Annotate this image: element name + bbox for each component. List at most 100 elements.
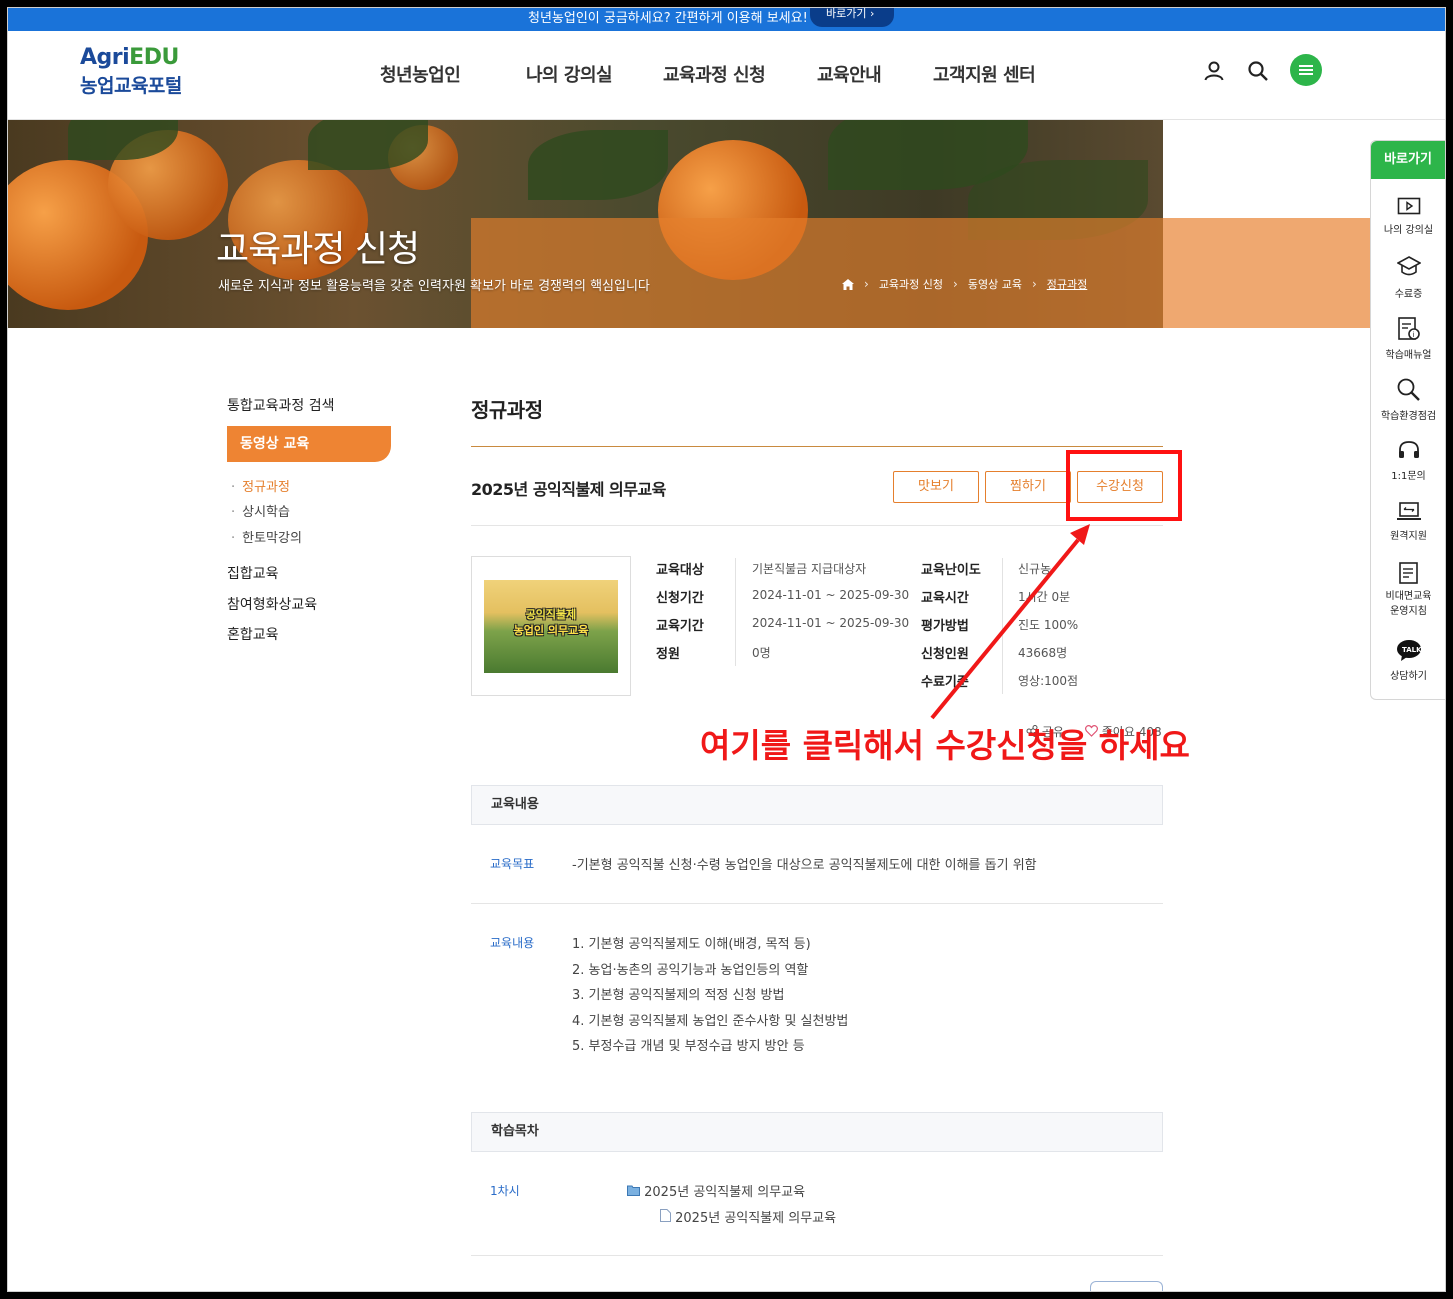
section-divider	[471, 903, 1163, 904]
thumb-title-line1: 공익직불제	[525, 608, 577, 621]
goal-text: -기본형 공익직불 신청·수령 농업인을 대상으로 공익직불제도에 대한 이해를…	[572, 858, 1037, 873]
content-item: 2. 농업·농촌의 공익기능과 농업인등의 역할	[572, 963, 809, 978]
lnav-course-search[interactable]: 통합교육과정 검색	[227, 395, 335, 415]
content-item: 5. 부정수급 개념 및 부정수급 방지 방안 등	[572, 1039, 805, 1054]
goal-label: 교육목표	[490, 857, 535, 871]
notice-text: 청년농업인이 궁금하세요? 간편하게 이용해 보세요!	[528, 11, 808, 26]
lnav-video-education[interactable]: 동영상 교육	[227, 426, 391, 462]
lnav-blended[interactable]: 혼합교육	[227, 624, 279, 644]
lnav-sub-regular[interactable]: · 정규과정	[231, 476, 290, 495]
graduation-cap-icon	[1396, 256, 1421, 276]
headset-icon	[1398, 441, 1419, 458]
quick-inquiry[interactable]: 1:1문의	[1371, 439, 1446, 482]
toc-main-item[interactable]: 2025년 공익직불제 의무교육	[627, 1181, 805, 1200]
lnav-video-conference[interactable]: 참여형화상교육	[227, 594, 317, 614]
lnav-sub-always-label: 상시학습	[242, 505, 290, 520]
info-value: 신규농	[1018, 562, 1052, 576]
course-thumbnail[interactable]: 공익직불제 농업인 의무교육	[484, 580, 618, 673]
svg-text:i: i	[1412, 331, 1414, 339]
thumb-title-line2: 농업인 의무교육	[513, 624, 589, 637]
info-value: 2024-11-01 ~ 2025-09-30	[752, 616, 910, 630]
toc-session-label: 1차시	[490, 1184, 520, 1198]
page-title: 정규과정	[471, 398, 543, 422]
quick-remote-edu-guide[interactable]: 비대면교육 운영지침	[1371, 561, 1446, 619]
breadcrumb-item-course-apply[interactable]: 교육과정 신청	[879, 276, 943, 292]
document-icon	[660, 1209, 671, 1222]
info-key: 평가방법	[921, 619, 969, 634]
section-education-content: 교육내용	[471, 785, 1163, 825]
info-key: 수료기준	[921, 675, 969, 690]
quick-remote-support[interactable]: 원격지원	[1371, 501, 1446, 542]
lnav-group-education[interactable]: 집합교육	[227, 563, 279, 583]
info-value: 0명	[752, 646, 771, 660]
play-screen-icon	[1397, 197, 1420, 215]
info-key: 신청인원	[921, 647, 969, 662]
quick-guide-label: 운영지침	[1390, 606, 1427, 617]
quick-menu: 바로가기 나의 강의실 수료증 i 학습매뉴얼 학습환경점검 1:1문의 원격지…	[1370, 140, 1445, 700]
toc-sub-item[interactable]: 2025년 공익직불제 의무교육	[660, 1207, 836, 1226]
lnav-sub-short[interactable]: · 한토막강의	[231, 527, 302, 546]
info-value: 진도 100%	[1018, 618, 1079, 632]
gnb-education-guide[interactable]: 교육안내	[817, 61, 882, 87]
breadcrumb-separator-icon: ›	[864, 277, 869, 291]
preview-button[interactable]: 맛보기	[893, 471, 979, 503]
wishlist-button[interactable]: 찜하기	[985, 471, 1071, 503]
section-toc: 학습목차	[471, 1112, 1163, 1152]
info-separator	[1002, 558, 1003, 694]
user-icon[interactable]	[1202, 59, 1226, 83]
site-header: AgriEDU 농업교육포털 청년농업인 나의 강의실 교육과정 신청 교육안내…	[8, 31, 1445, 120]
gnb-course-apply[interactable]: 교육과정 신청	[663, 61, 766, 87]
info-value: 2024-11-01 ~ 2025-09-30	[752, 588, 910, 602]
lnav-sub-short-label: 한토막강의	[242, 531, 302, 546]
info-key: 교육시간	[921, 591, 969, 606]
notice-shortcut-label: 바로가기	[826, 7, 867, 20]
talk-chat-icon: TALK	[1396, 640, 1422, 661]
info-value: 기본직불금 지급대상자	[752, 562, 867, 576]
info-key: 신청기간	[656, 591, 704, 606]
quick-menu-title: 바로가기	[1371, 141, 1445, 179]
title-divider	[471, 446, 1163, 447]
folder-icon	[627, 1185, 640, 1196]
info-value: 1시간 0분	[1018, 590, 1071, 604]
gnb-young-farmer[interactable]: 청년농업인	[380, 61, 461, 87]
quick-manual[interactable]: i 학습매뉴얼	[1371, 316, 1446, 361]
quick-my-classroom[interactable]: 나의 강의실	[1371, 197, 1446, 236]
svg-text:TALK: TALK	[1402, 646, 1422, 654]
quick-remote-support-label: 원격지원	[1390, 531, 1427, 542]
course-divider	[471, 525, 1163, 526]
toc-sub-label: 2025년 공익직불제 의무교육	[675, 1211, 837, 1226]
quick-my-classroom-label: 나의 강의실	[1383, 225, 1434, 236]
quick-certificate[interactable]: 수료증	[1371, 255, 1446, 300]
quick-remote-edu-label: 비대면교육	[1385, 591, 1432, 602]
quick-certificate-label: 수료증	[1394, 289, 1423, 300]
logo-brand: Agri	[80, 45, 130, 70]
breadcrumb-item-video[interactable]: 동영상 교육	[968, 276, 1022, 292]
course-title: 2025년 공익직불제 의무교육	[471, 480, 666, 499]
search-icon[interactable]	[1246, 59, 1270, 83]
info-key: 교육대상	[656, 563, 704, 578]
manual-icon: i	[1397, 317, 1420, 340]
logo-name: 농업교육포털	[80, 75, 182, 97]
lnav-sub-always[interactable]: · 상시학습	[231, 501, 290, 520]
info-key: 교육난이도	[921, 563, 981, 578]
top-notice-bar: 청년농업인이 궁금하세요? 간편하게 이용해 보세요! 바로가기 ›	[8, 0, 1445, 31]
info-value: 43668명	[1018, 646, 1068, 660]
site-logo[interactable]: AgriEDU 농업교육포털	[80, 45, 182, 98]
quick-consult-label: 상담하기	[1390, 671, 1427, 682]
course-thumbnail-box: 공익직불제 농업인 의무교육	[471, 556, 631, 696]
breadcrumb-item-current[interactable]: 정규과정	[1047, 276, 1087, 292]
section-divider	[471, 1255, 1163, 1256]
notice-shortcut-button[interactable]: 바로가기 ›	[810, 3, 894, 27]
quick-inquiry-label: 1:1문의	[1391, 471, 1426, 482]
menu-icon[interactable]	[1290, 54, 1322, 86]
content-item: 1. 기본형 공익직불제도 이해(배경, 목적 등)	[572, 937, 811, 952]
breadcrumb-separator-icon: ›	[953, 277, 958, 291]
lnav-sub-regular-label: 정규과정	[242, 480, 290, 495]
partial-bottom-button[interactable]	[1090, 1281, 1163, 1299]
home-icon[interactable]	[842, 278, 854, 290]
gnb-my-classroom[interactable]: 나의 강의실	[526, 61, 613, 87]
quick-env-check[interactable]: 학습환경점검	[1371, 377, 1446, 422]
gnb-customer-center[interactable]: 고객지원 센터	[933, 61, 1036, 87]
laptop-icon	[1396, 502, 1421, 520]
quick-consult[interactable]: TALK 상담하기	[1371, 639, 1446, 682]
